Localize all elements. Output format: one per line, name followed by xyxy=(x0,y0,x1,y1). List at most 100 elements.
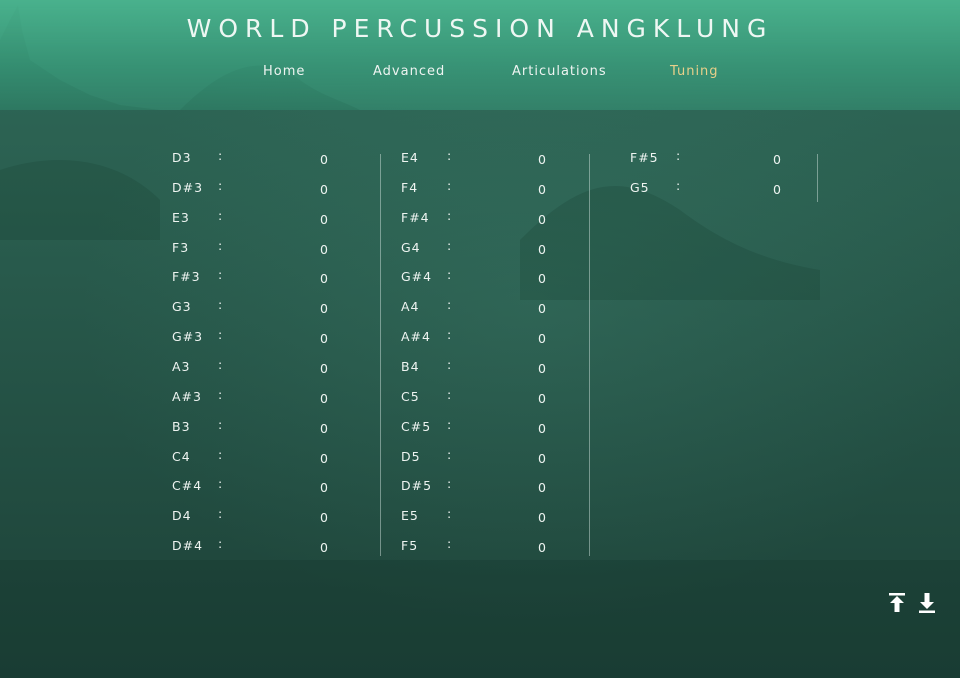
note-label: E4 xyxy=(401,150,419,165)
note-label: E5 xyxy=(401,508,419,524)
separator: : xyxy=(676,148,682,163)
app-title: WORLD PERCUSSION ANGKLUNG xyxy=(186,14,774,43)
tuning-value-input[interactable]: 0 xyxy=(538,301,547,316)
note-label: A#4 xyxy=(401,329,431,345)
tuning-row: D4: 0 xyxy=(172,506,352,528)
tuning-value-input[interactable]: 0 xyxy=(538,510,547,525)
note-label: G3 xyxy=(172,299,192,315)
separator: : xyxy=(447,267,453,283)
tab-tuning[interactable]: Tuning xyxy=(670,64,719,79)
tuning-value-input[interactable]: 0 xyxy=(320,152,329,167)
note-label: A4 xyxy=(401,299,420,315)
note-label: F5 xyxy=(401,538,419,554)
main-nav: Home Advanced Articulations Tuning xyxy=(0,64,960,84)
tuning-row: E5: 0 xyxy=(401,506,581,528)
tuning-value-input[interactable]: 0 xyxy=(538,480,547,495)
tuning-value-input[interactable]: 0 xyxy=(773,152,782,167)
tuning-row: D#3: 0 xyxy=(172,178,352,200)
tuning-row: B4: 0 xyxy=(401,356,581,379)
tuning-value-input[interactable]: 0 xyxy=(320,331,329,346)
tab-articulations[interactable]: Articulations xyxy=(512,64,607,79)
tuning-value-input[interactable]: 0 xyxy=(538,271,547,286)
note-label: E3 xyxy=(172,209,190,225)
tuning-row: A#4: 0 xyxy=(401,327,581,349)
separator: : xyxy=(218,386,224,402)
tuning-row: D5: 0 xyxy=(401,446,581,469)
tuning-value-input[interactable]: 0 xyxy=(538,391,547,406)
note-label: C4 xyxy=(172,448,191,464)
separator: : xyxy=(447,148,453,163)
separator: : xyxy=(447,356,453,372)
tuning-value-input[interactable]: 0 xyxy=(320,421,329,436)
note-label: D3 xyxy=(172,150,192,165)
separator: : xyxy=(218,446,224,462)
tuning-value-input[interactable]: 0 xyxy=(538,182,547,197)
tuning-value-input[interactable]: 0 xyxy=(773,182,782,197)
tuning-row: D3: 0 xyxy=(172,148,352,170)
tuning-value-input[interactable]: 0 xyxy=(320,480,329,495)
separator: : xyxy=(218,327,224,343)
note-label: C5 xyxy=(401,388,420,404)
tuning-row: F#3: 0 xyxy=(172,267,352,289)
tuning-value-input[interactable]: 0 xyxy=(320,242,329,257)
tab-home[interactable]: Home xyxy=(263,64,305,79)
note-label: B3 xyxy=(172,418,191,434)
note-label: C#4 xyxy=(172,478,203,494)
tuning-row: F3: 0 xyxy=(172,238,352,260)
tuning-value-input[interactable]: 0 xyxy=(320,301,329,316)
tuning-value-input[interactable]: 0 xyxy=(320,540,329,555)
tuning-row: G3: 0 xyxy=(172,297,352,319)
header-banner: WORLD PERCUSSION ANGKLUNG Home Advanced … xyxy=(0,0,960,110)
tuning-row: G4: 0 xyxy=(401,237,581,260)
separator: : xyxy=(447,506,453,522)
separator: : xyxy=(447,177,453,193)
separator: : xyxy=(218,297,224,313)
note-label: F3 xyxy=(172,239,190,255)
tuning-row: F#5: 0 xyxy=(630,148,810,170)
tuning-value-input[interactable]: 0 xyxy=(538,152,547,167)
column-divider xyxy=(380,154,381,556)
note-label: G#4 xyxy=(401,269,433,285)
tuning-value-input[interactable]: 0 xyxy=(320,391,329,406)
note-label: D4 xyxy=(172,508,192,524)
download-icon[interactable] xyxy=(918,592,936,614)
note-label: F#4 xyxy=(401,209,430,225)
tuning-value-input[interactable]: 0 xyxy=(320,182,329,197)
upload-icon[interactable] xyxy=(888,592,906,614)
separator: : xyxy=(218,356,224,372)
note-label: F#5 xyxy=(630,150,659,165)
tuning-row: G5: 0 xyxy=(630,178,810,200)
tuning-value-input[interactable]: 0 xyxy=(320,361,329,376)
tuning-value-input[interactable]: 0 xyxy=(538,421,547,436)
tuning-row: F#4: 0 xyxy=(401,207,581,230)
note-label: G5 xyxy=(630,179,650,195)
tuning-value-input[interactable]: 0 xyxy=(538,451,547,466)
separator: : xyxy=(218,267,224,283)
tuning-row: A#3: 0 xyxy=(172,386,352,409)
separator: : xyxy=(447,476,453,492)
tuning-row: C5: 0 xyxy=(401,386,581,409)
tuning-value-input[interactable]: 0 xyxy=(320,271,329,286)
separator: : xyxy=(447,386,453,402)
tuning-value-input[interactable]: 0 xyxy=(538,540,547,555)
tuning-value-input[interactable]: 0 xyxy=(538,212,547,227)
tuning-value-input[interactable]: 0 xyxy=(538,242,547,257)
tuning-value-input[interactable]: 0 xyxy=(320,451,329,466)
separator: : xyxy=(218,207,224,223)
tuning-value-input[interactable]: 0 xyxy=(538,331,547,346)
separator: : xyxy=(447,536,453,552)
separator: : xyxy=(447,237,453,253)
tuning-value-input[interactable]: 0 xyxy=(320,212,329,227)
tuning-row: C#5: 0 xyxy=(401,417,581,439)
tuning-row: B3: 0 xyxy=(172,417,352,439)
separator: : xyxy=(218,476,224,492)
tuning-row: G#4: 0 xyxy=(401,267,581,289)
tuning-value-input[interactable]: 0 xyxy=(320,510,329,525)
column-divider xyxy=(817,154,818,202)
tuning-value-input[interactable]: 0 xyxy=(538,361,547,376)
separator: : xyxy=(218,148,224,163)
note-label: A#3 xyxy=(172,388,202,404)
separator: : xyxy=(447,207,453,223)
tab-advanced[interactable]: Advanced xyxy=(373,64,445,79)
separator: : xyxy=(447,446,453,462)
